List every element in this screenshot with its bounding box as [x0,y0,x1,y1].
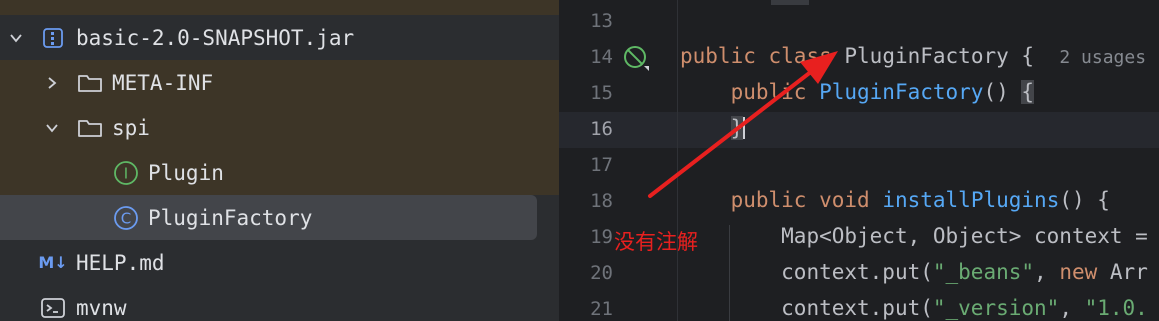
annotation-arrow [648,51,838,198]
annotation-label: 没有注解 [614,230,698,254]
